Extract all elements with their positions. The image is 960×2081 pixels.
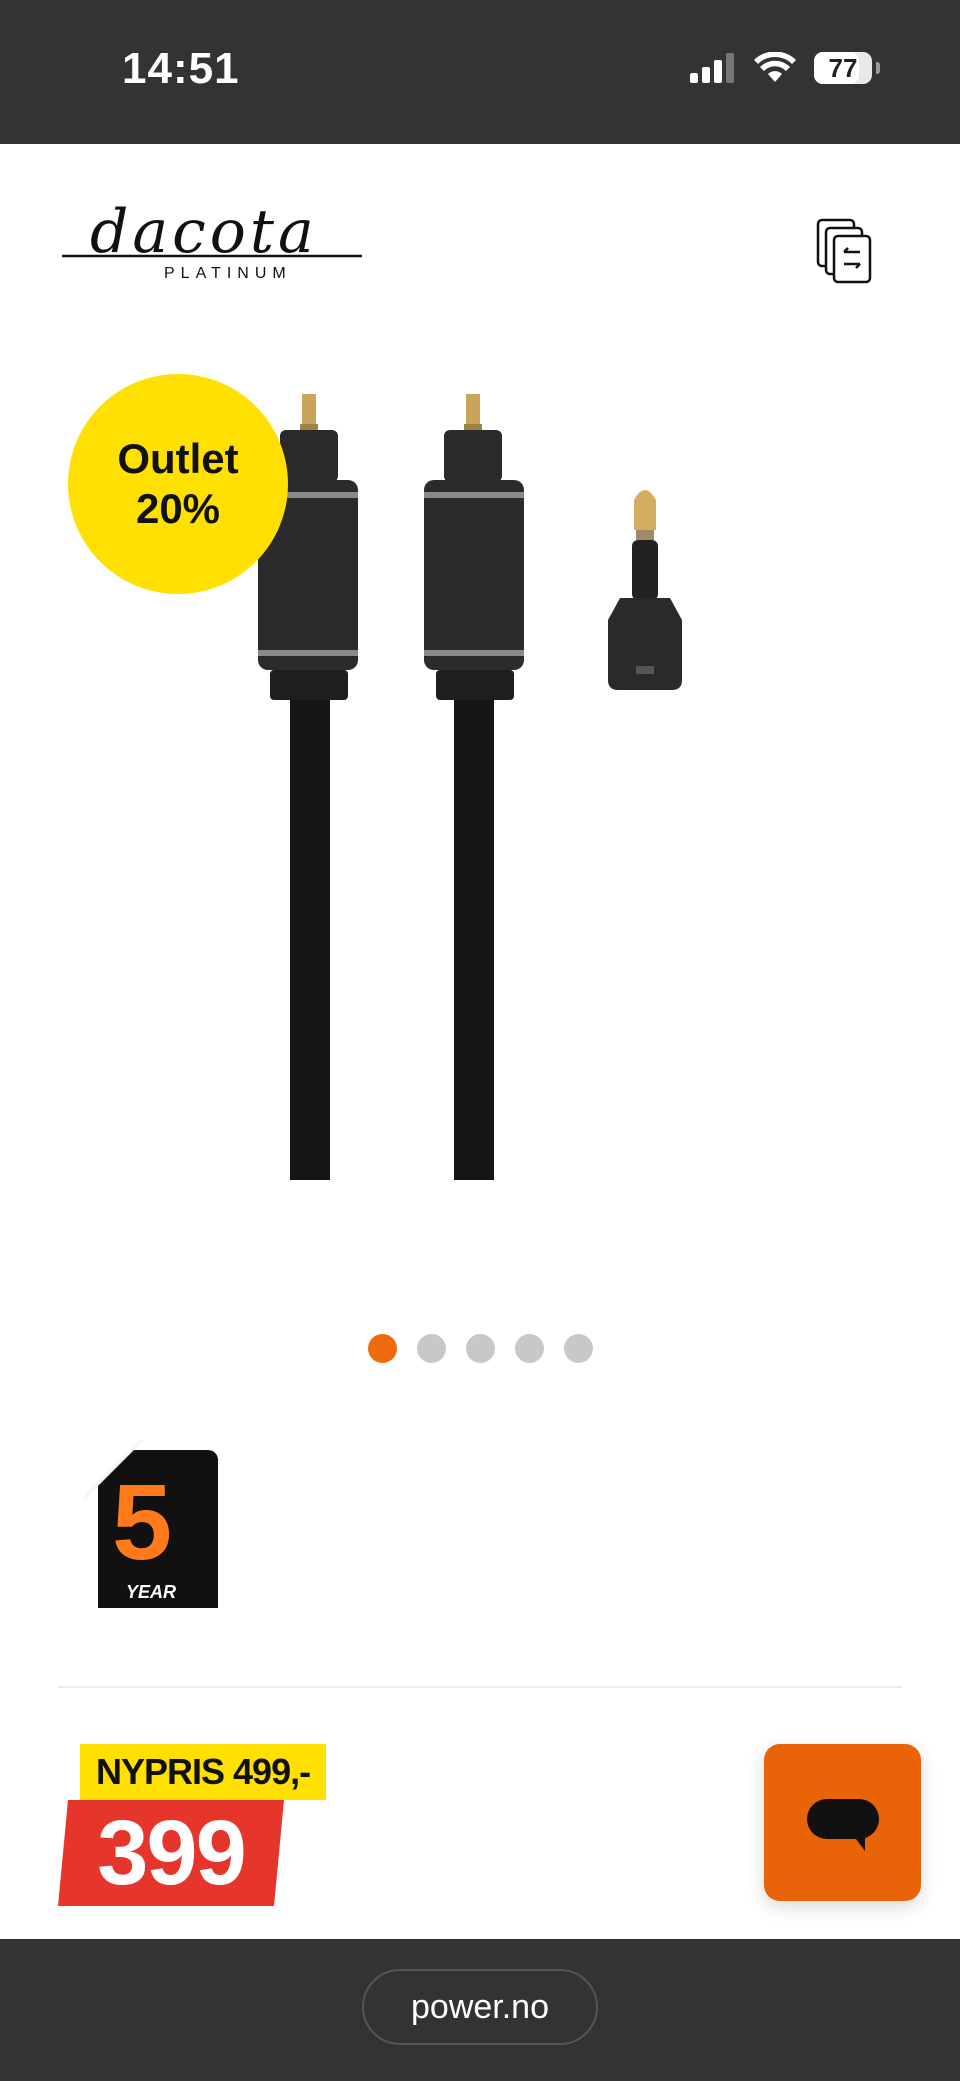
old-price-label: NYPRIS 499,- (80, 1744, 327, 1800)
wifi-icon (754, 52, 796, 82)
dacota-logo-graphic: dacota PLATINUM (62, 197, 362, 282)
compare-button[interactable] (812, 214, 874, 284)
chat-icon (806, 1798, 879, 1851)
carousel-dot[interactable] (367, 1334, 397, 1363)
carousel-dot[interactable] (563, 1334, 593, 1363)
optical-cable-illustration (258, 394, 682, 1180)
warranty-badge: 5 YEAR (84, 1440, 220, 1608)
carousel-dot[interactable] (514, 1334, 544, 1363)
chat-button[interactable] (764, 1744, 921, 1901)
outlet-discount-badge: Outlet 20% (68, 374, 288, 594)
battery-level: 77 (828, 52, 858, 83)
status-bar: 14:51 77 (0, 0, 960, 144)
brand-logo-subtext: PLATINUM (164, 265, 292, 280)
status-time: 14:51 (122, 44, 240, 93)
product-image[interactable] (240, 380, 720, 1220)
compare-icon (816, 218, 872, 284)
header: dacota PLATINUM (0, 144, 960, 344)
url-bar[interactable]: power.no (362, 1969, 598, 2045)
outlet-badge-line2: 20% (135, 485, 221, 532)
brand-logo-wordmark: dacota (90, 204, 318, 267)
browser-bottom-bar: power.no (0, 1939, 960, 2081)
brand-logo[interactable]: dacota PLATINUM (60, 197, 364, 285)
battery-cap (876, 62, 880, 74)
outlet-badge-line1: Outlet (117, 435, 239, 482)
battery-indicator: 77 (814, 52, 872, 84)
warranty-label: YEAR (126, 1582, 177, 1602)
warranty-years: 5 (112, 1461, 173, 1582)
status-icons: 77 (690, 52, 880, 84)
carousel-dot[interactable] (465, 1334, 495, 1363)
current-price: 399 (58, 1800, 284, 1906)
divider (58, 1686, 902, 1688)
cellular-signal-icon (690, 53, 734, 83)
carousel-dots (0, 1334, 960, 1363)
carousel-dot[interactable] (416, 1334, 446, 1363)
